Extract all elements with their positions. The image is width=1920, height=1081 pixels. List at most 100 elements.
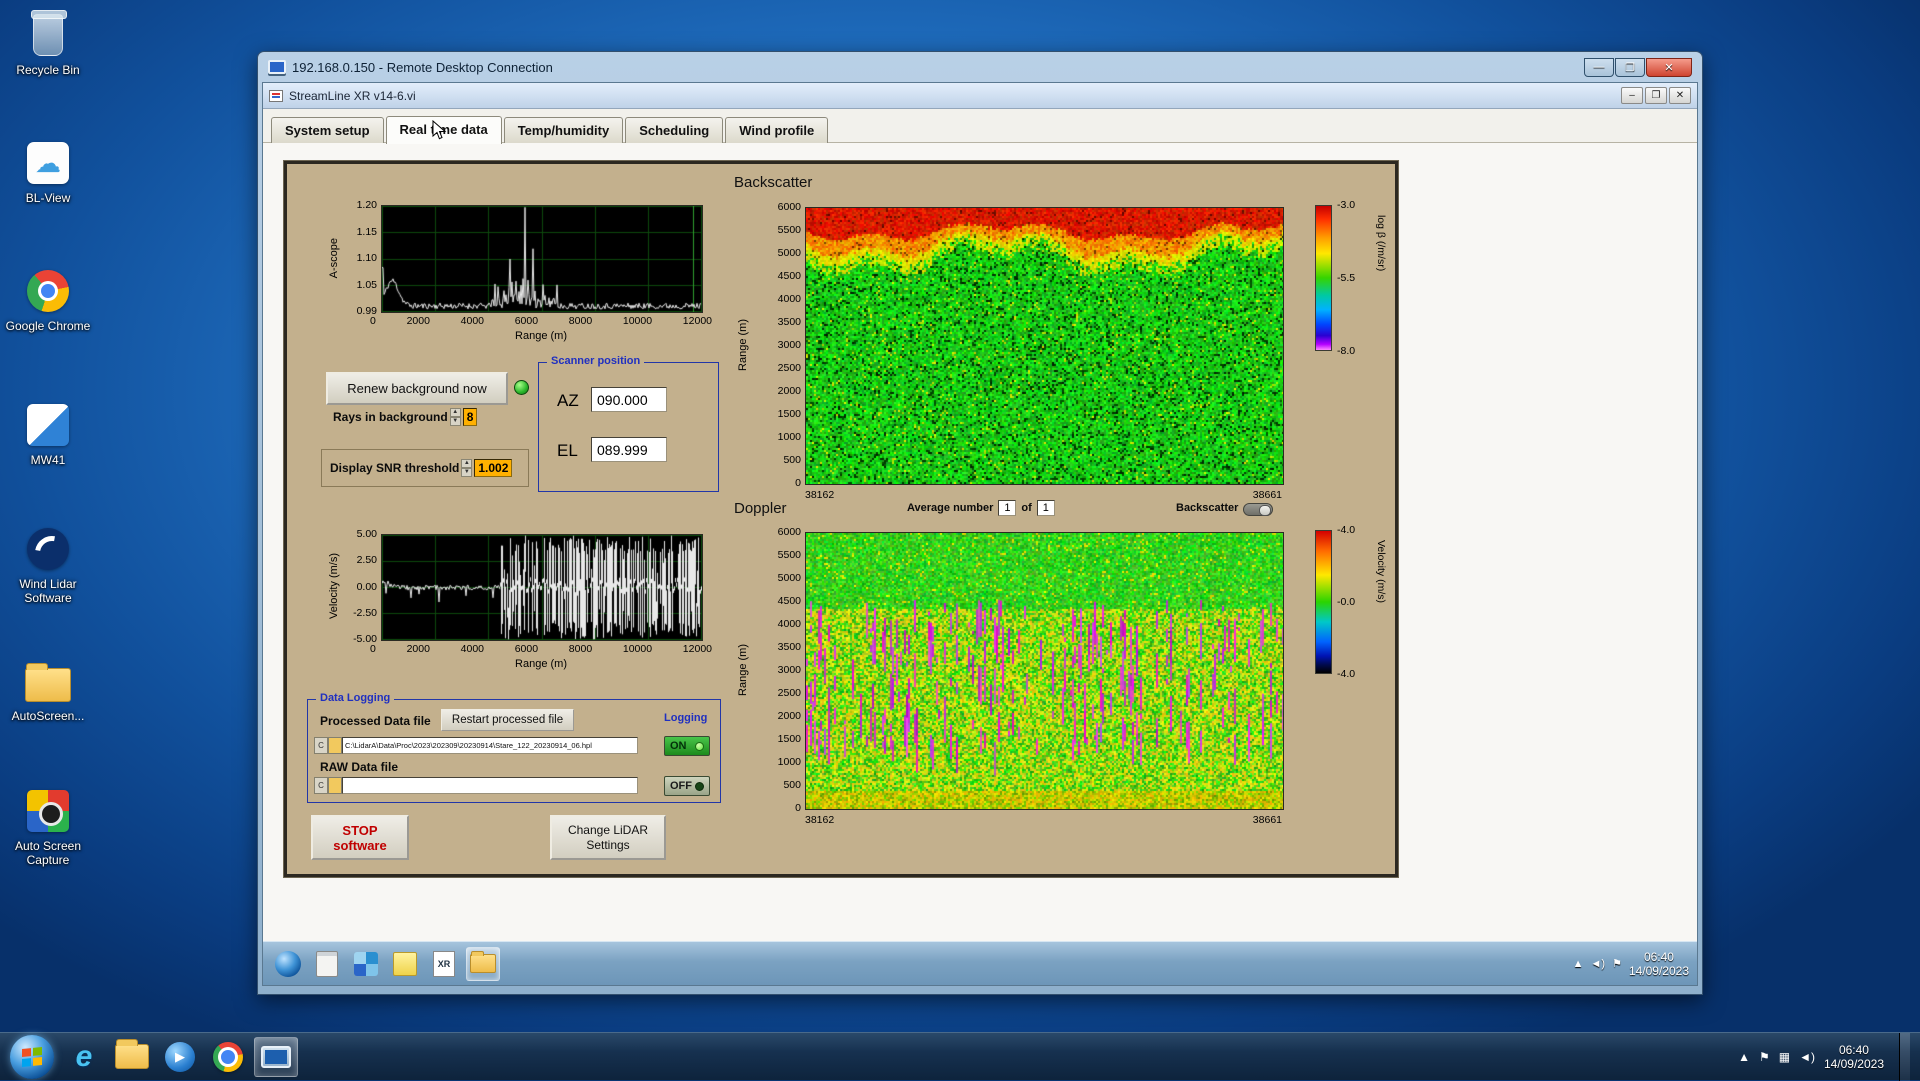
- toggle-state-text: ON: [670, 740, 687, 752]
- ascope-plot: [381, 205, 703, 313]
- remote-clock[interactable]: 06:40 14/09/2023: [1629, 950, 1689, 978]
- processed-logging-toggle[interactable]: ON: [664, 736, 710, 756]
- browse-folder-icon[interactable]: [328, 737, 342, 754]
- tab-wind-profile[interactable]: Wind profile: [725, 117, 828, 143]
- tray-volume-icon[interactable]: ◄): [1799, 1050, 1815, 1064]
- snr-threshold-value[interactable]: 1.002: [474, 459, 512, 477]
- remote-desktop-session: StreamLine XR v14-6.vi – ❐ ✕ System setu…: [262, 82, 1698, 986]
- remote-taskbar-streamline-active-icon[interactable]: [466, 947, 500, 981]
- show-desktop-button[interactable]: [1899, 1033, 1910, 1081]
- app-close-button[interactable]: ✕: [1669, 87, 1691, 104]
- app-titlebar[interactable]: StreamLine XR v14-6.vi – ❐ ✕: [263, 83, 1697, 109]
- doppler-y-axis-label: Range (m): [737, 644, 749, 696]
- tick-label: 5500: [778, 550, 801, 560]
- desktop-icon-bl-view[interactable]: ☁ BL-View: [0, 138, 96, 205]
- tab-system-setup[interactable]: System setup: [271, 117, 384, 143]
- tray-action-center-icon[interactable]: ⚑: [1759, 1050, 1770, 1064]
- tick-label: -8.0: [1337, 346, 1355, 356]
- processed-path-control[interactable]: C C:\LidarA\Data\Proc\2023\202309\202309…: [314, 737, 638, 754]
- tray-volume-icon[interactable]: ◄): [1591, 958, 1606, 970]
- tick-label: 5.00: [357, 529, 377, 539]
- tick-label: 12000: [683, 315, 712, 327]
- browse-folder-icon[interactable]: [328, 777, 342, 794]
- start-button[interactable]: [10, 1035, 54, 1079]
- tick-label: 0: [370, 315, 376, 327]
- auto-screen-capture-icon: [27, 786, 69, 836]
- tab-scheduling[interactable]: Scheduling: [625, 117, 723, 143]
- desktop-icon-autoscreen-folder[interactable]: AutoScreen...: [0, 656, 96, 723]
- velocity-plot: [381, 534, 703, 641]
- az-label: AZ: [557, 391, 579, 411]
- average-of-label: of: [1021, 502, 1031, 514]
- average-number-label: Average number: [907, 502, 993, 514]
- desktop-icon-google-chrome[interactable]: Google Chrome: [0, 266, 96, 333]
- average-total-value[interactable]: 1: [1037, 500, 1055, 516]
- rdp-maximize-button[interactable]: ❐: [1615, 58, 1645, 77]
- stop-line2: software: [333, 838, 386, 853]
- desktop-icon-mw41[interactable]: MW41: [0, 400, 96, 467]
- stop-software-button[interactable]: STOP software: [311, 815, 409, 860]
- remote-taskbar: XR ▲ ◄) ⚑ 06:40 14/09/2023: [263, 941, 1697, 985]
- backscatter-colorbar-label: log β (/m/sr): [1375, 215, 1387, 271]
- app-minimize-button[interactable]: –: [1621, 87, 1643, 104]
- processed-path-field[interactable]: C:\LidarA\Data\Proc\2023\202309\20230914…: [342, 737, 638, 754]
- desktop-icon-label: BL-View: [0, 191, 96, 205]
- taskbar-explorer-icon[interactable]: [110, 1037, 154, 1077]
- taskbar-clock[interactable]: 06:40 14/09/2023: [1824, 1043, 1884, 1071]
- el-value-field[interactable]: 089.999: [591, 437, 667, 462]
- raw-data-file-label: RAW Data file: [320, 760, 398, 774]
- taskbar-rdp-active-icon[interactable]: [254, 1037, 298, 1077]
- doppler-title: Doppler: [734, 500, 787, 517]
- taskbar-ie-icon[interactable]: e: [62, 1037, 106, 1077]
- average-number-value[interactable]: 1: [998, 500, 1016, 516]
- tick-label: 4000: [778, 619, 801, 629]
- snr-threshold-label: Display SNR threshold: [330, 461, 459, 475]
- remote-taskbar-app-grid-icon[interactable]: [349, 947, 383, 981]
- app-maximize-button[interactable]: ❐: [1645, 87, 1667, 104]
- raw-path-control[interactable]: C: [314, 777, 638, 794]
- change-lidar-settings-button[interactable]: Change LiDAR Settings: [550, 815, 666, 860]
- tick-label: 6000: [515, 643, 538, 655]
- backscatter-toggle-label: Backscatter: [1176, 502, 1238, 514]
- doppler-chart: Range (m) 600055005000450040003500300025…: [731, 526, 1383, 828]
- change-settings-line1: Change LiDAR: [568, 823, 648, 838]
- tick-label: 38661: [1253, 814, 1282, 826]
- desktop: Recycle Bin ☁ BL-View Google Chrome MW41…: [0, 0, 1920, 1080]
- remote-taskbar-browser-icon[interactable]: [271, 947, 305, 981]
- backscatter-y-axis-label: Range (m): [737, 319, 749, 371]
- tray-up-arrow-icon[interactable]: ▲: [1573, 958, 1584, 970]
- remote-taskbar-notepad-icon[interactable]: [310, 947, 344, 981]
- az-value-field[interactable]: 090.000: [591, 387, 667, 412]
- remote-taskbar-notes-icon[interactable]: [388, 947, 422, 981]
- tick-label: 2500: [778, 363, 801, 373]
- tab-temp-humidity[interactable]: Temp/humidity: [504, 117, 623, 143]
- taskbar-chrome-icon[interactable]: [206, 1037, 250, 1077]
- backscatter-y-ticks: 6000550050004500400035003000250020001500…: [759, 202, 801, 488]
- raw-logging-toggle[interactable]: OFF: [664, 776, 710, 796]
- taskbar-media-player-icon[interactable]: ▶: [158, 1037, 202, 1077]
- rays-in-background-value[interactable]: 8: [463, 408, 478, 426]
- desktop-icon-recycle-bin[interactable]: Recycle Bin: [0, 10, 96, 77]
- desktop-icon-auto-screen-capture[interactable]: Auto Screen Capture: [0, 786, 96, 867]
- restart-processed-file-button[interactable]: Restart processed file: [441, 709, 574, 731]
- chrome-icon: [27, 266, 69, 316]
- ascope-chart: A-scope 1.201.151.101.050.99 02000400060…: [314, 197, 719, 355]
- tray-network-icon[interactable]: ▦: [1779, 1050, 1790, 1064]
- scanner-position-group: Scanner position AZ 090.000 EL 089.999: [538, 362, 719, 492]
- snr-stepper[interactable]: ▲▼: [461, 459, 472, 477]
- rdp-titlebar[interactable]: 192.168.0.150 - Remote Desktop Connectio…: [262, 52, 1698, 82]
- rays-stepper[interactable]: ▲▼: [450, 408, 461, 426]
- velocity-chart: Velocity (m/s) 5.002.500.00-2.50-5.00 02…: [314, 529, 719, 687]
- desktop-icon-wind-lidar[interactable]: Wind Lidar Software: [0, 524, 96, 605]
- tray-up-arrow-icon[interactable]: ▲: [1738, 1050, 1750, 1064]
- tray-flag-icon[interactable]: ⚑: [1612, 957, 1622, 970]
- remote-taskbar-xr-app-icon[interactable]: XR: [427, 947, 461, 981]
- backscatter-toggle[interactable]: [1243, 503, 1273, 516]
- raw-path-field[interactable]: [342, 777, 638, 794]
- tick-label: 12000: [683, 643, 712, 655]
- rdp-minimize-button[interactable]: —: [1584, 58, 1614, 77]
- tick-label: 4500: [778, 271, 801, 281]
- renew-background-button[interactable]: Renew background now: [326, 372, 508, 405]
- doppler-y-ticks: 6000550050004500400035003000250020001500…: [759, 527, 801, 813]
- rdp-close-button[interactable]: ✕: [1646, 58, 1692, 77]
